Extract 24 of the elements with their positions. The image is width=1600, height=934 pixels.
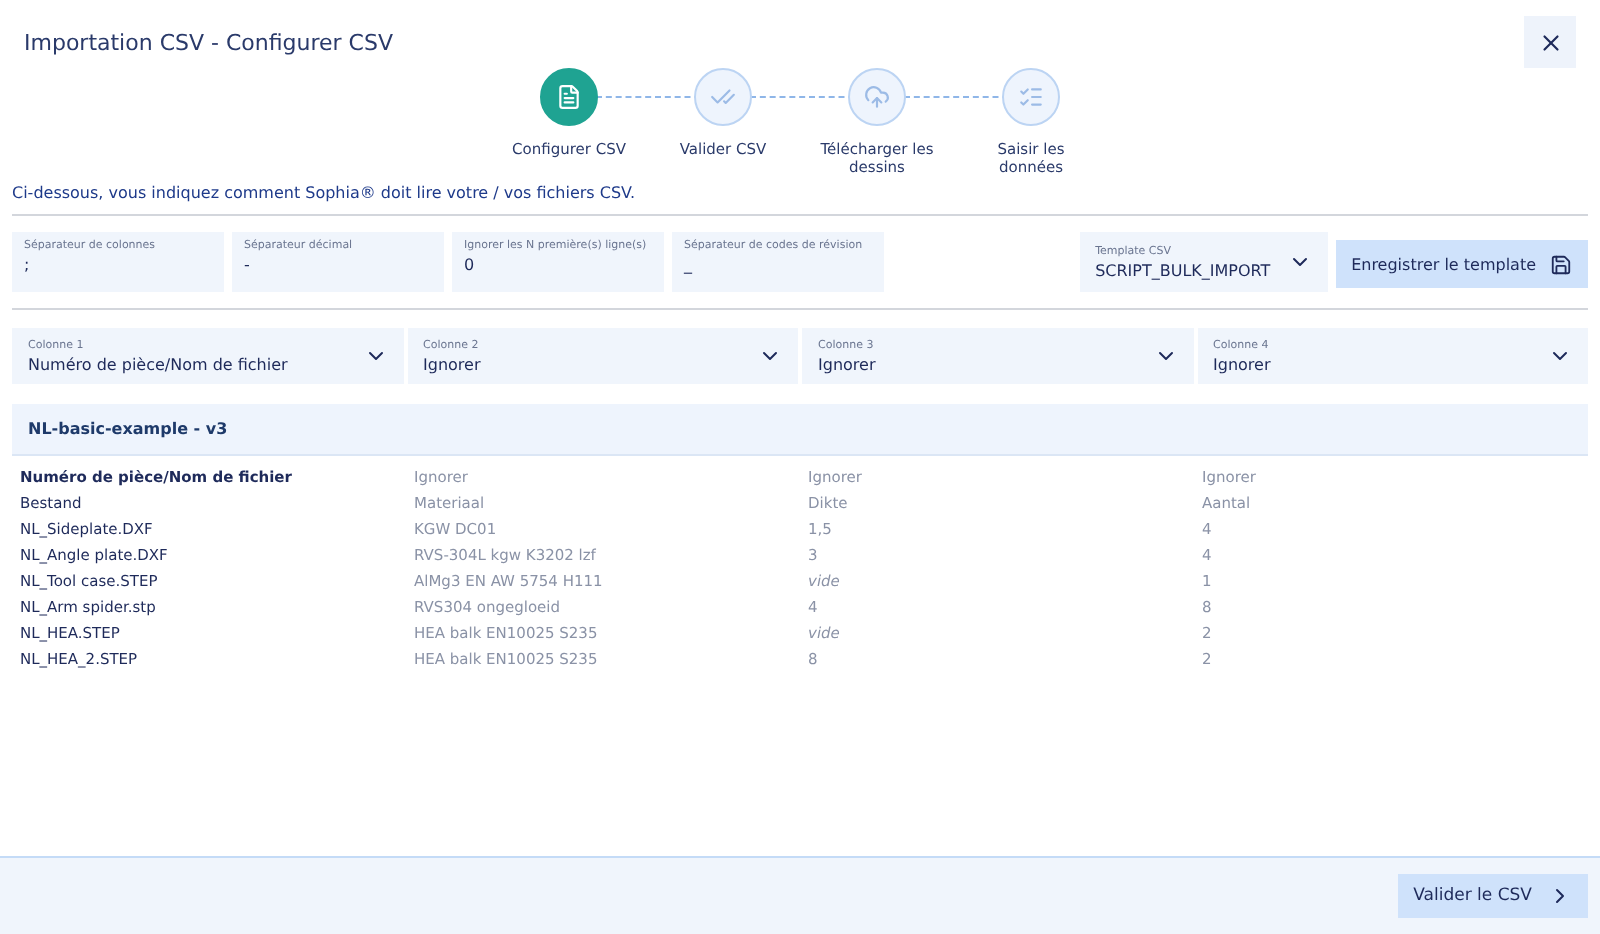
close-button[interactable] — [1524, 16, 1576, 68]
field-value: 0 — [464, 256, 477, 274]
step-circle[interactable] — [540, 68, 598, 126]
field-value: _ — [684, 256, 694, 274]
double-check-icon — [710, 84, 736, 110]
field-value: Ignorer — [1213, 355, 1271, 373]
save-template-button[interactable]: Enregistrer le template — [1335, 240, 1588, 288]
checklist-icon — [1018, 84, 1044, 110]
field-value: SCRIPT_BULK_IMPORT — [1095, 261, 1271, 279]
field-value: Numéro de pièce/Nom de fichier — [28, 355, 288, 373]
field-value: Ignorer — [423, 355, 481, 373]
field-value: Ignorer — [818, 355, 876, 373]
csv-file-icon — [556, 84, 582, 110]
step-circle[interactable] — [694, 68, 752, 126]
close-icon — [1537, 29, 1563, 55]
field-value: - — [244, 256, 252, 274]
step-circle[interactable] — [848, 68, 906, 126]
preview-title: NL-basic-example - v3 — [12, 404, 1588, 456]
field-value: ; — [24, 256, 32, 274]
validate-csv-button[interactable]: Valider le CSV — [1397, 874, 1588, 918]
cloud-upload-icon — [864, 84, 890, 110]
window-title: Importation CSV - Configurer CSV — [24, 29, 393, 55]
intro-text: Ci-dessous, vous indiquez comment Sophia® doit lire votre / vos fichiers CSV. — [12, 184, 638, 202]
step-circle[interactable] — [1002, 68, 1060, 126]
